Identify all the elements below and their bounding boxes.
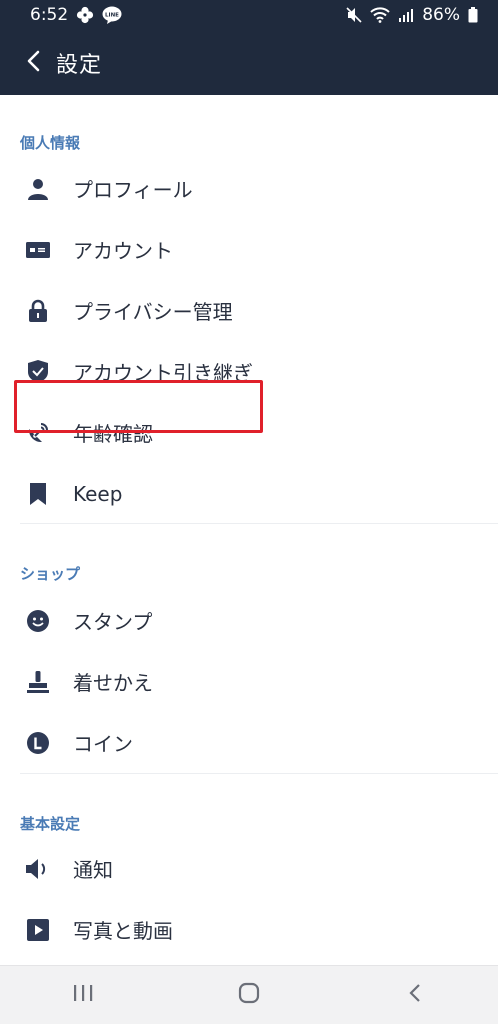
settings-item-coins[interactable]: コイン <box>0 712 498 773</box>
person-icon <box>24 175 52 203</box>
settings-item-label: 年齢確認 <box>73 422 153 446</box>
settings-item-photos-videos[interactable]: 写真と動画 <box>0 899 498 960</box>
pinwheel-icon <box>76 6 94 24</box>
settings-item-label: コイン <box>73 732 133 756</box>
bookmark-icon <box>24 480 52 508</box>
page-title: 設定 <box>56 52 103 78</box>
svg-text:LINE: LINE <box>105 13 119 19</box>
home-icon <box>238 982 260 1008</box>
wifi-icon <box>370 7 390 23</box>
settings-item-stickers[interactable]: スタンプ <box>0 590 498 651</box>
shield-icon <box>24 358 52 386</box>
settings-item-themes[interactable]: 着せかえ <box>0 651 498 712</box>
play-icon <box>24 916 52 944</box>
speaker-icon <box>24 855 52 883</box>
app-header: 設定 <box>0 30 498 95</box>
smiley-icon <box>24 607 52 635</box>
recent-apps-button[interactable] <box>48 970 118 1020</box>
battery-icon <box>468 7 478 23</box>
chevron-left-icon <box>25 50 43 76</box>
status-bar: 6:52 LINE 86% <box>0 0 498 30</box>
home-button[interactable] <box>214 970 284 1020</box>
settings-item-label: スタンプ <box>73 610 153 634</box>
stamp-icon <box>24 668 52 696</box>
line-notification-icon: LINE <box>102 6 122 24</box>
section-title: 基本設定 <box>20 815 81 833</box>
settings-item-keep[interactable]: Keep <box>0 463 498 524</box>
settings-list: 個人情報 プロフィール アカウント プライバシー管理 アカウント引き継ぎ 年齢確… <box>0 95 498 965</box>
settings-item-profile[interactable]: プロフィール <box>0 158 498 219</box>
satellite-icon <box>24 419 52 447</box>
settings-item-label: 通知 <box>73 858 113 882</box>
signal-icon <box>398 7 414 23</box>
settings-item-notifications[interactable]: 通知 <box>0 838 498 899</box>
recent-apps-icon <box>72 983 94 1007</box>
section-basic-settings: 基本設定 通知 写真と動画 <box>0 774 498 960</box>
settings-item-label: プライバシー管理 <box>73 300 233 324</box>
settings-item-label: 写真と動画 <box>73 919 173 943</box>
section-shop: ショップ スタンプ 着せかえ コイン <box>0 524 498 774</box>
settings-item-label: アカウント引き継ぎ <box>73 361 253 385</box>
nav-back-button[interactable] <box>380 970 450 1020</box>
settings-item-account[interactable]: アカウント <box>0 219 498 280</box>
section-title: 個人情報 <box>20 134 81 152</box>
back-icon <box>408 983 422 1007</box>
settings-item-label: アカウント <box>73 239 173 263</box>
settings-item-age-verification[interactable]: 年齢確認 <box>0 402 498 463</box>
settings-item-label: プロフィール <box>73 178 193 202</box>
id-card-icon <box>24 236 52 264</box>
system-nav-bar <box>0 965 498 1024</box>
clock: 6:52 <box>30 5 69 25</box>
section-title: ショップ <box>20 565 81 583</box>
mute-icon <box>346 7 362 23</box>
settings-item-account-transfer[interactable]: アカウント引き継ぎ <box>0 341 498 402</box>
settings-item-privacy[interactable]: プライバシー管理 <box>0 280 498 341</box>
settings-item-label: Keep <box>73 481 123 506</box>
back-button[interactable] <box>12 41 56 85</box>
lock-icon <box>24 297 52 325</box>
battery-percent: 86% <box>422 5 460 25</box>
section-personal-info: 個人情報 プロフィール アカウント プライバシー管理 アカウント引き継ぎ 年齢確… <box>0 95 498 524</box>
coin-icon <box>24 729 52 757</box>
settings-item-label: 着せかえ <box>73 671 153 695</box>
